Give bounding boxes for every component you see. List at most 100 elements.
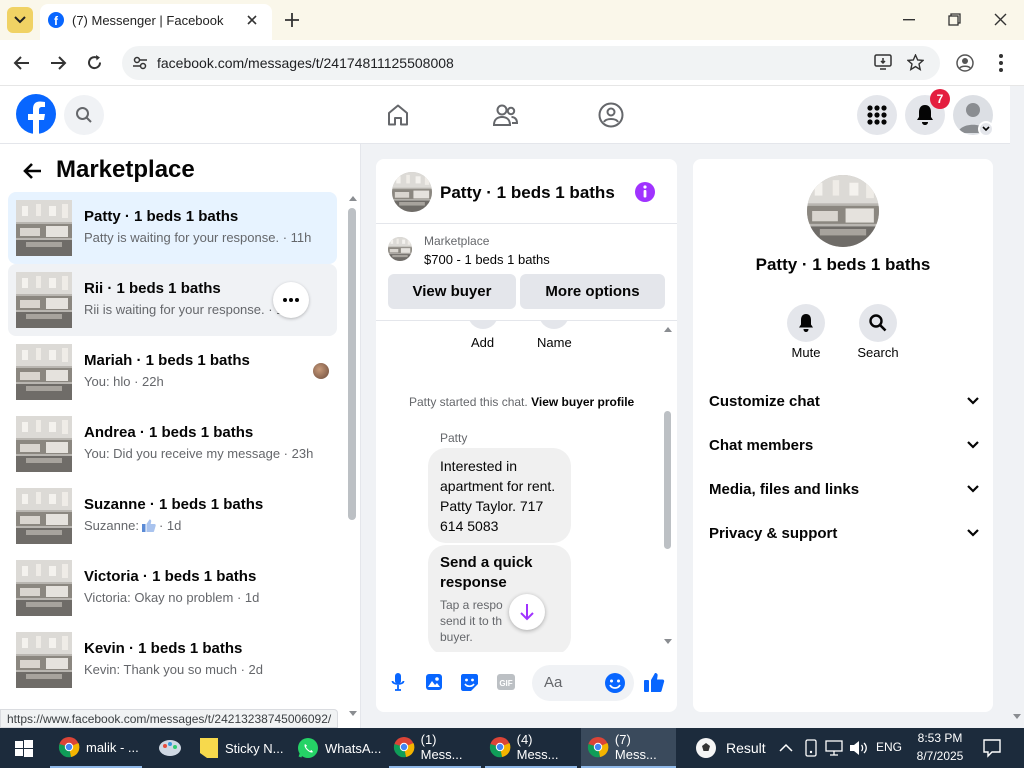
- scroll-down-icon[interactable]: [663, 638, 673, 646]
- info-icon[interactable]: [634, 181, 656, 203]
- menu-button[interactable]: [857, 95, 897, 135]
- mute-button[interactable]: [787, 304, 825, 342]
- photo-icon[interactable]: [425, 673, 443, 691]
- chevron-up-icon[interactable]: [779, 743, 793, 752]
- like-icon[interactable]: [643, 671, 665, 693]
- clock-date[interactable]: 8/7/2025: [912, 749, 968, 763]
- customize-chat-section[interactable]: Customize chat: [709, 386, 979, 416]
- emoji-icon[interactable]: [604, 672, 626, 694]
- paint-app-icon[interactable]: [157, 736, 183, 760]
- sticker-icon[interactable]: [460, 673, 479, 692]
- chevron-down-icon: [967, 529, 979, 537]
- conversation-item[interactable]: Rii · 1 beds 1 baths Rii is waiting for y…: [8, 264, 337, 336]
- view-buyer-profile-link[interactable]: View buyer profile: [531, 395, 634, 409]
- media-files-links-section[interactable]: Media, files and links: [709, 474, 979, 504]
- notification-center-icon[interactable]: [982, 738, 1002, 758]
- taskbar-whatsapp[interactable]: WhatsA...: [293, 728, 385, 768]
- privacy-support-section[interactable]: Privacy & support: [709, 518, 979, 548]
- listing-photo: [16, 344, 72, 400]
- more-horizontal-icon: [283, 298, 299, 302]
- restore-icon[interactable]: [948, 13, 961, 26]
- taskbar-chrome-messenger-7[interactable]: (7) Mess...: [581, 728, 676, 768]
- chrome-icon: [393, 737, 415, 758]
- microphone-icon[interactable]: [391, 672, 405, 692]
- volume-icon[interactable]: [849, 740, 867, 756]
- fb-search-button[interactable]: [64, 95, 104, 135]
- taskbar-chrome-messenger-1[interactable]: (1) Mess...: [389, 728, 481, 768]
- view-buyer-button[interactable]: View buyer: [388, 274, 516, 309]
- conversation-item[interactable]: Andrea · 1 beds 1 baths You: Did you rece…: [8, 408, 337, 480]
- more-options-button[interactable]: More options: [520, 274, 665, 309]
- address-bar[interactable]: facebook.com/messages/t/2417481112550800…: [122, 46, 940, 80]
- taskbar-chrome-messenger-4[interactable]: (4) Mess...: [485, 728, 577, 768]
- chat-scrollbar[interactable]: [662, 323, 674, 649]
- add-action-circle[interactable]: [468, 321, 498, 329]
- message-bubble[interactable]: Interested in apartment for rent. Patty …: [428, 448, 571, 543]
- quick-response-title: Send a quick response: [440, 554, 533, 591]
- scroll-down-icon[interactable]: [348, 710, 358, 718]
- close-tab-icon[interactable]: [246, 14, 258, 26]
- groups-icon[interactable]: [598, 102, 624, 128]
- conversation-item[interactable]: Mariah · 1 beds 1 baths You: hlo · 22h: [8, 336, 337, 408]
- chevron-down-icon: [982, 126, 990, 132]
- scroll-up-icon[interactable]: [663, 325, 673, 333]
- chat-members-section[interactable]: Chat members: [709, 430, 979, 460]
- back-arrow-icon[interactable]: [22, 162, 42, 180]
- conversation-item[interactable]: Victoria · 1 beds 1 baths Victoria: Okay …: [8, 552, 337, 624]
- message-input[interactable]: Aa: [532, 665, 634, 701]
- friends-icon[interactable]: [492, 103, 518, 127]
- conversation-item[interactable]: Patty · 1 beds 1 baths Patty is waiting f…: [8, 192, 337, 264]
- scroll-thumb[interactable]: [664, 411, 671, 549]
- back-arrow-icon[interactable]: [13, 55, 30, 71]
- listing-avatar: [16, 344, 72, 400]
- new-tab-icon[interactable]: [284, 12, 300, 28]
- close-window-icon[interactable]: [994, 13, 1007, 26]
- listing-photo: [16, 632, 72, 688]
- network-icon[interactable]: [825, 740, 845, 757]
- list-scrollbar[interactable]: [346, 192, 360, 718]
- chat-title[interactable]: Patty · 1 beds 1 baths: [440, 183, 615, 203]
- clock-time[interactable]: 8:53 PM: [912, 731, 968, 745]
- message-text: Interested in apartment for rent. Patty …: [440, 458, 556, 534]
- page-scroll-down-icon[interactable]: [1012, 713, 1022, 721]
- bookmark-star-icon[interactable]: [907, 54, 924, 71]
- scroll-to-bottom-button[interactable]: [509, 594, 545, 630]
- quick-response-card[interactable]: Send a quick response Tap a respo send i…: [428, 545, 571, 652]
- taskbar-label: (4) Mess...: [516, 732, 559, 762]
- tab-search-button[interactable]: [7, 7, 33, 33]
- section-label: Chat members: [709, 436, 814, 454]
- name-action-circle[interactable]: [539, 321, 569, 329]
- home-icon[interactable]: [386, 103, 410, 127]
- facebook-logo[interactable]: [16, 94, 56, 134]
- conversation-more-button[interactable]: [273, 282, 309, 318]
- scroll-thumb[interactable]: [348, 208, 356, 520]
- account-chevron[interactable]: [978, 121, 994, 137]
- profile-icon[interactable]: [956, 54, 974, 72]
- windows-start-icon[interactable]: [15, 740, 33, 758]
- scroll-up-icon[interactable]: [348, 194, 358, 202]
- conversation-preview: Patty is waiting for your response. · 11…: [84, 230, 312, 245]
- arrow-down-icon: [520, 604, 534, 621]
- site-info-icon[interactable]: [132, 55, 148, 71]
- browser-tab-active[interactable]: f (7) Messenger | Facebook: [40, 4, 272, 40]
- taskbar-weather-widget[interactable]: Result: [694, 728, 774, 768]
- conversation-item[interactable]: Kevin · 1 beds 1 baths Kevin: Thank you s…: [8, 624, 337, 696]
- reload-icon[interactable]: [86, 54, 103, 71]
- minimize-icon[interactable]: [903, 19, 915, 21]
- details-avatar[interactable]: [807, 175, 879, 247]
- action-name-label: Name: [537, 335, 572, 350]
- whatsapp-icon: [298, 738, 318, 758]
- gif-icon[interactable]: GIF: [496, 673, 516, 691]
- browser-menu-icon[interactable]: [999, 54, 1003, 72]
- install-app-icon[interactable]: [874, 54, 892, 71]
- chat-avatar[interactable]: [392, 172, 432, 212]
- taskbar-sticky-notes[interactable]: Sticky N...: [195, 728, 287, 768]
- bell-icon: [799, 314, 813, 332]
- device-icon[interactable]: [803, 739, 819, 757]
- conversation-preview: Kevin: Thank you so much · 2d: [84, 662, 263, 677]
- forward-arrow-icon[interactable]: [50, 55, 67, 71]
- search-chat-button[interactable]: [859, 304, 897, 342]
- conversation-item[interactable]: Suzanne · 1 beds 1 baths Suzanne: · 1d: [8, 480, 337, 552]
- taskbar-chrome-malik[interactable]: malik - ...: [50, 728, 142, 768]
- input-language[interactable]: ENG: [876, 740, 902, 754]
